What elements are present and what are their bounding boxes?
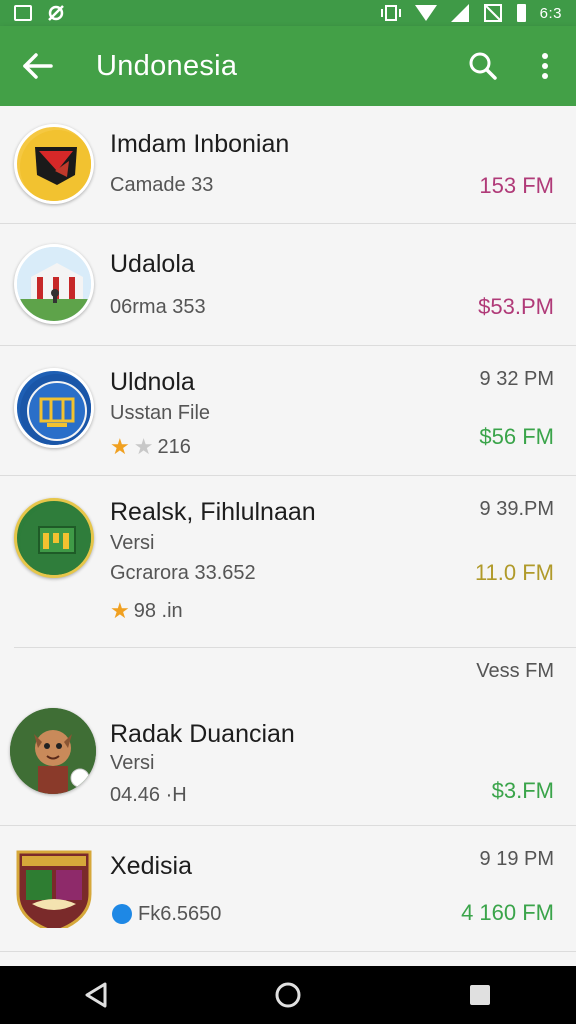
triangle-back-icon — [85, 982, 107, 1008]
green-emblem-icon — [20, 504, 91, 575]
shield-crest-icon — [16, 850, 92, 928]
gallery-notification-icon — [14, 5, 32, 21]
list-item[interactable]: Imdam Inbonian Camade 33 153 FM — [0, 106, 576, 224]
item-subtitle: 06rma 353 — [110, 296, 206, 318]
no-sim-icon — [483, 4, 502, 22]
avatar — [14, 124, 94, 204]
avatar — [14, 244, 94, 324]
app-bar: Undonesia — [0, 26, 576, 106]
battery-icon — [516, 4, 526, 22]
overflow-menu-button[interactable] — [514, 26, 576, 106]
item-subtitle: Usstan File — [110, 402, 211, 424]
item-meta: Fk6.5650 — [110, 902, 221, 926]
list-item[interactable]: Uldnola Usstan File ★ ★ 216 9 32 PM $56 … — [0, 346, 576, 476]
search-button[interactable] — [452, 26, 514, 106]
arrow-left-icon — [23, 53, 53, 79]
nav-back-button[interactable] — [66, 966, 126, 1024]
item-subtitle: Camade 33 — [110, 174, 214, 196]
item-detail: 04.46 ·H — [110, 784, 187, 806]
stadium-scene-icon — [17, 247, 91, 321]
item-subtitle: Versi — [110, 532, 155, 554]
red-black-flag-icon — [20, 130, 91, 201]
star-filled-icon: ★ — [110, 598, 130, 623]
rating: ★ 98 .in — [110, 598, 183, 624]
nav-recents-button[interactable] — [450, 966, 510, 1024]
blue-emblem-icon — [20, 374, 91, 445]
item-title: Uldnola — [110, 368, 195, 396]
system-nav-bar — [0, 966, 576, 1024]
circle-home-icon — [275, 982, 301, 1008]
avatar — [14, 848, 94, 928]
rating-value: 216 — [157, 435, 191, 458]
star-empty-icon: ★ — [133, 434, 154, 459]
status-bar: 6:3 — [0, 0, 576, 26]
item-subtitle: Fk6.5650 — [138, 902, 222, 925]
search-icon — [469, 52, 497, 80]
item-amount: $56 FM — [479, 424, 554, 449]
item-detail: Gcrarora 33.652 — [110, 562, 256, 584]
rating-value: 98 .in — [133, 599, 183, 622]
square-recents-icon — [470, 985, 490, 1005]
avatar — [14, 368, 94, 448]
rating: ★ ★ 216 — [110, 434, 191, 460]
avatar — [10, 708, 96, 794]
item-amount: 11.0 FM — [474, 560, 554, 585]
page-title: Undonesia — [96, 49, 238, 82]
item-time: 9 39.PM — [479, 498, 554, 520]
wifi-icon — [414, 5, 437, 21]
list-item[interactable]: Vess FM Radak Duancian Versi 04.46 ·H $3… — [0, 648, 576, 826]
item-amount: $3.FM — [491, 778, 554, 803]
item-header-time: Vess FM — [476, 660, 554, 682]
item-title: Radak Duancian — [110, 720, 295, 748]
blue-dot-icon — [112, 904, 132, 924]
cell-signal-icon — [450, 4, 469, 22]
list-item[interactable]: Xedisia Fk6.5650 9 19 PM 4 160 FM — [0, 826, 576, 952]
item-title: Udalola — [110, 250, 195, 278]
item-time: 9 19 PM — [479, 848, 554, 870]
item-title: Xedisia — [110, 852, 192, 880]
back-button[interactable] — [0, 26, 76, 106]
item-amount: 4 160 FM — [461, 900, 554, 925]
star-filled-icon: ★ — [110, 434, 130, 459]
list-item[interactable]: Udalola 06rma 353 $53.PM — [0, 224, 576, 346]
nav-home-button[interactable] — [258, 966, 318, 1024]
item-time: 9 32 PM — [479, 368, 554, 390]
channel-list: Imdam Inbonian Camade 33 153 FM Udalola … — [0, 106, 576, 966]
cartoon-character-icon — [10, 708, 96, 794]
status-time: 6:3 — [539, 4, 562, 22]
item-amount: $53.PM — [478, 294, 554, 319]
item-title: Realsk, Fihlulnaan — [110, 498, 316, 526]
vibrate-icon — [380, 5, 401, 21]
list-item[interactable]: Realsk, Fihlulnaan Versi Gcrarora 33.652… — [0, 476, 576, 646]
item-subtitle: Versi — [110, 752, 155, 774]
more-vert-icon — [542, 53, 548, 79]
avatar — [14, 498, 94, 578]
item-title: Imdam Inbonian — [110, 130, 290, 158]
sync-notification-icon — [48, 5, 64, 21]
item-amount: 153 FM — [479, 173, 554, 198]
